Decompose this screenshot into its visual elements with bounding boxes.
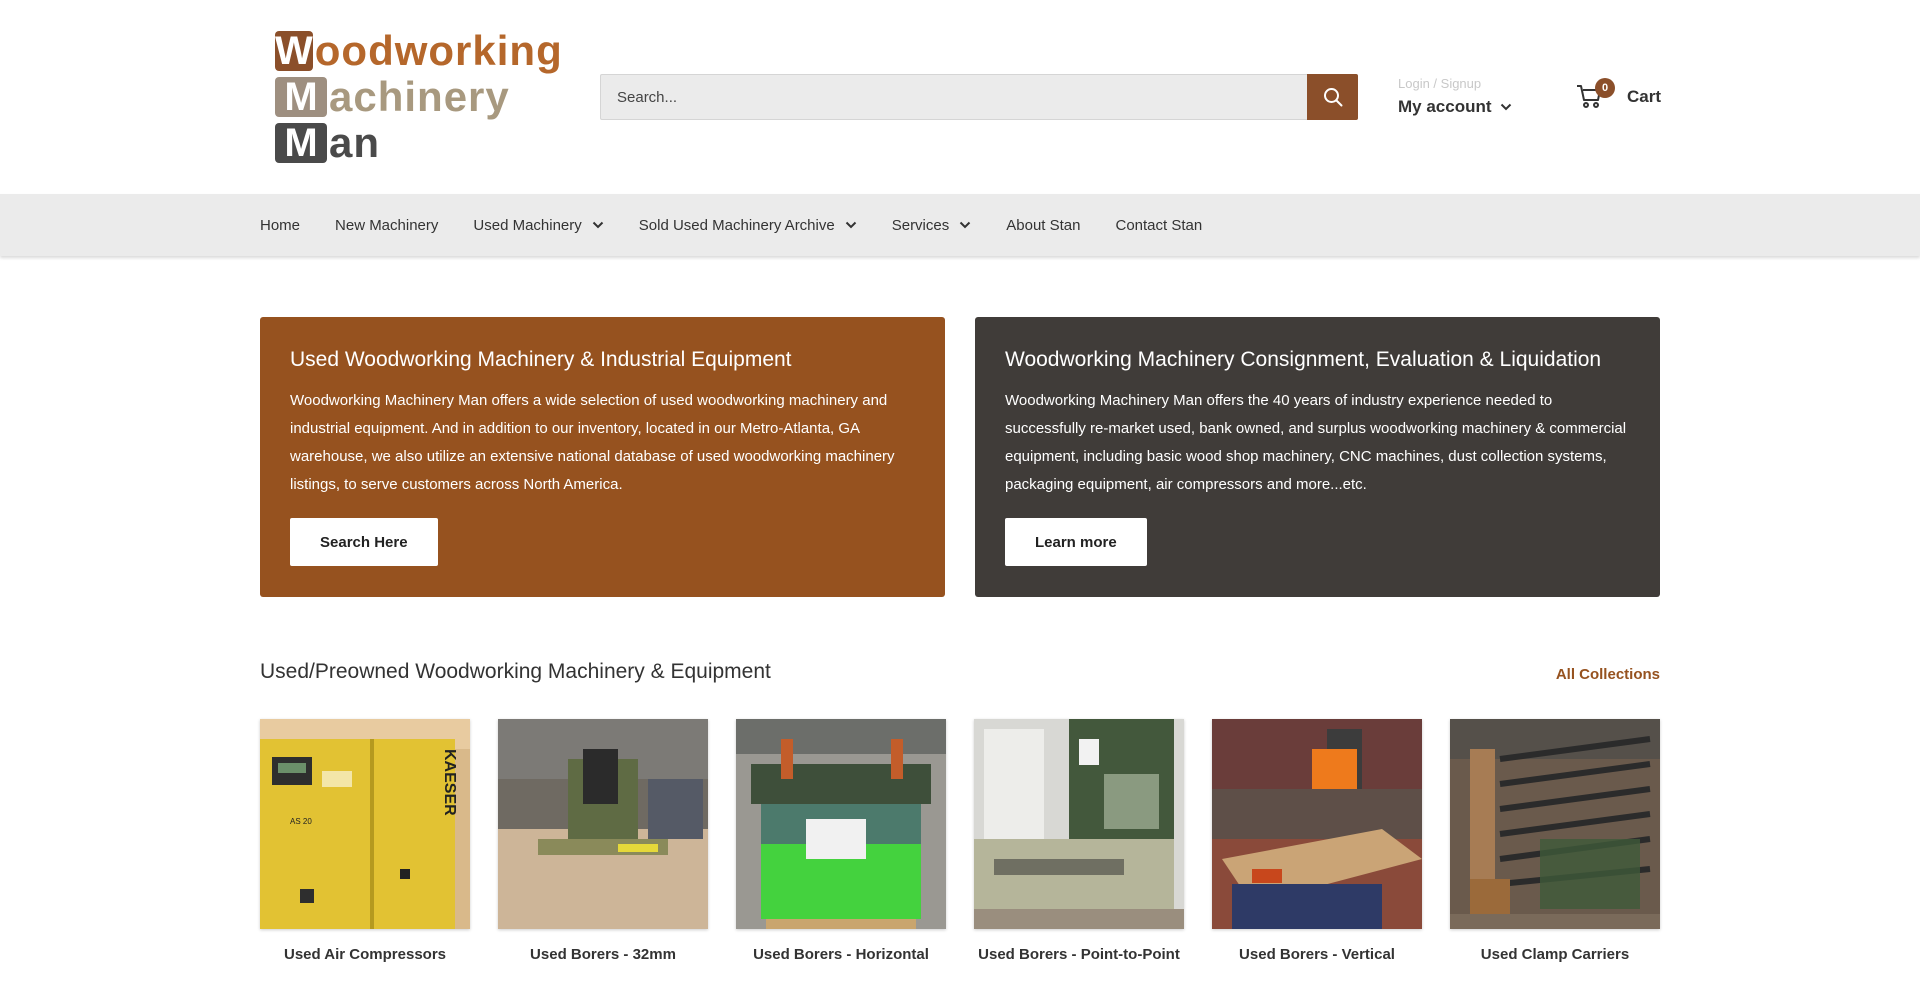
- cart-icon: 0: [1575, 78, 1615, 112]
- nav-item-label: New Machinery: [335, 216, 439, 234]
- chevron-down-icon: [960, 221, 971, 229]
- nav-item-home[interactable]: Home: [260, 217, 300, 234]
- login-signup-link[interactable]: Login / Signup: [1398, 76, 1512, 92]
- nav-item-about-stan[interactable]: About Stan: [1006, 217, 1080, 234]
- all-collections-link[interactable]: All Collections: [1556, 666, 1660, 683]
- collection-image[interactable]: [1450, 719, 1660, 929]
- logo-initial: M: [275, 123, 327, 163]
- logo-row: M achinery: [275, 76, 555, 118]
- nav-item-contact-stan[interactable]: Contact Stan: [1115, 217, 1202, 234]
- logo-word: an: [329, 119, 381, 166]
- svg-text:AS 20: AS 20: [290, 817, 312, 826]
- learn-more-button[interactable]: Learn more: [1005, 518, 1147, 566]
- nav-item-label: Used Machinery: [473, 216, 582, 234]
- collection-label[interactable]: Used Clamp Carriers: [1450, 946, 1660, 963]
- nav-item-label: Home: [260, 216, 301, 234]
- logo-initial: W: [275, 29, 313, 73]
- nav-item-label: About Stan: [1006, 216, 1081, 234]
- site-logo[interactable]: W oodworking M achinery M an: [275, 29, 562, 164]
- logo-word: achinery: [329, 73, 510, 120]
- collection-image[interactable]: [498, 719, 708, 929]
- collection-card[interactable]: AS 20 KAESER Used Air Compressors: [260, 719, 470, 963]
- promo-used-machinery: Used Woodworking Machinery & Industrial …: [260, 317, 945, 597]
- chevron-down-icon: [845, 221, 856, 229]
- nav-item-label: Contact Stan: [1115, 216, 1203, 234]
- cart-label: Cart: [1627, 87, 1662, 106]
- promo-text: Woodworking Machinery Man offers a wide …: [290, 392, 895, 493]
- logo-row: M an: [275, 122, 555, 164]
- nav-item-services[interactable]: Services: [892, 217, 972, 234]
- collection-card[interactable]: Used Borers - Point-to-Point: [974, 719, 1184, 963]
- search-icon: [1323, 88, 1342, 107]
- collection-image[interactable]: AS 20 KAESER: [260, 719, 470, 929]
- account-menu[interactable]: Login / Signup My account: [1398, 76, 1512, 117]
- cart-count-badge: 0: [1595, 78, 1615, 98]
- my-account-label: My account: [1398, 97, 1492, 116]
- site-header: W oodworking M achinery M an Login / Sig…: [0, 0, 1920, 194]
- logo-word: oodworking: [314, 27, 563, 74]
- collection-image[interactable]: [1212, 719, 1422, 929]
- nav-item-sold-archive[interactable]: Sold Used Machinery Archive: [639, 217, 857, 234]
- search-button[interactable]: [1307, 74, 1358, 120]
- chevron-down-icon: [592, 221, 603, 229]
- promo-text: Woodworking Machinery Man offers the 40 …: [1005, 392, 1627, 493]
- promo-title: Used Woodworking Machinery & Industrial …: [290, 348, 792, 371]
- chevron-down-icon: [1500, 103, 1511, 111]
- collection-card[interactable]: Used Clamp Carriers: [1450, 719, 1660, 963]
- collections-grid: AS 20 KAESER Used Air Compressors Used B…: [260, 719, 1660, 963]
- cart-link[interactable]: 0 Cart: [1575, 78, 1662, 112]
- collection-label[interactable]: Used Borers - Horizontal: [736, 946, 946, 963]
- nav-item-label: Services: [891, 216, 950, 234]
- nav-item-label: Sold Used Machinery Archive: [638, 216, 835, 234]
- collection-label[interactable]: Used Borers - Vertical: [1212, 946, 1422, 963]
- nav-item-used-machinery[interactable]: Used Machinery: [473, 217, 603, 234]
- collections-title: Used/Preowned Woodworking Machinery & Eq…: [260, 660, 771, 683]
- collection-label[interactable]: Used Air Compressors: [260, 946, 470, 963]
- promo-title: Woodworking Machinery Consignment, Evalu…: [1005, 348, 1602, 371]
- search-input[interactable]: [600, 74, 1307, 120]
- collection-label[interactable]: Used Borers - Point-to-Point: [974, 946, 1184, 963]
- collection-card[interactable]: Used Borers - Horizontal: [736, 719, 946, 963]
- collection-image[interactable]: [974, 719, 1184, 929]
- product-brand-text: KAESER: [441, 749, 458, 816]
- logo-row: W oodworking: [275, 29, 562, 73]
- collection-card[interactable]: Used Borers - 32mm: [498, 719, 708, 963]
- my-account-toggle[interactable]: My account: [1398, 97, 1512, 117]
- collection-label[interactable]: Used Borers - 32mm: [498, 946, 708, 963]
- logo-initial: M: [275, 77, 327, 117]
- collection-card[interactable]: Used Borers - Vertical: [1212, 719, 1422, 963]
- main-navigation: Home New Machinery Used Machinery Sold U…: [0, 194, 1920, 256]
- collection-image[interactable]: [736, 719, 946, 929]
- search-bar: [600, 74, 1358, 120]
- nav-item-new-machinery[interactable]: New Machinery: [335, 217, 438, 234]
- promo-consignment: Woodworking Machinery Consignment, Evalu…: [975, 317, 1660, 597]
- search-here-button[interactable]: Search Here: [290, 518, 438, 566]
